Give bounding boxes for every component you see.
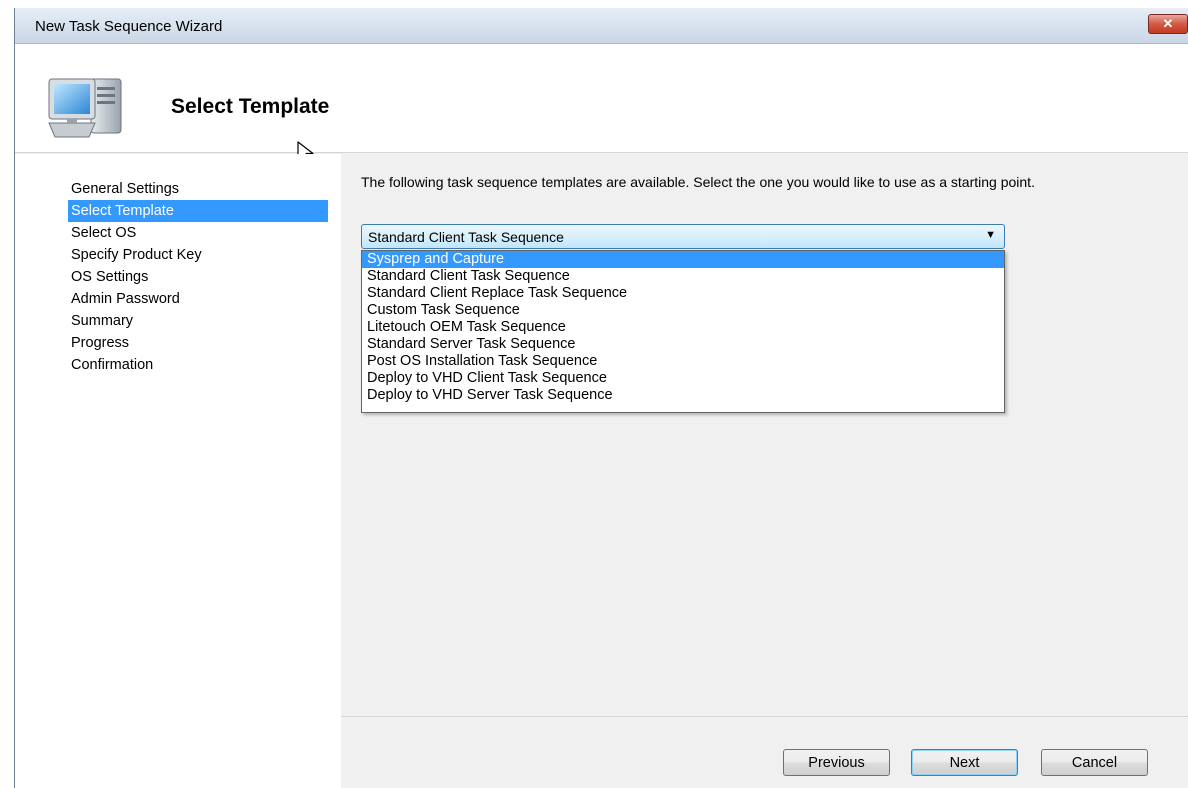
dropdown-arrow-icon[interactable]: ▼: [985, 229, 996, 241]
window-title: New Task Sequence Wizard: [35, 18, 223, 35]
template-option[interactable]: Deploy to VHD Client Task Sequence: [362, 370, 1004, 387]
template-option[interactable]: Standard Client Replace Task Sequence: [362, 285, 1004, 302]
wizard-steps-sidebar: General Settings Select Template Select OS…: [15, 154, 341, 788]
sidebar-step-confirmation[interactable]: Confirmation: [68, 354, 328, 376]
wizard-steps-list: General Settings Select Template Select OS…: [68, 178, 328, 376]
template-option[interactable]: Standard Server Task Sequence: [362, 336, 1004, 353]
page-title: Select Template: [171, 95, 330, 118]
template-dropdown-list[interactable]: Sysprep and Capture Standard Client Task …: [361, 250, 1005, 413]
template-select-value: Standard Client Task Sequence: [368, 229, 564, 245]
wizard-window: New Task Sequence Wizard ✕ Select Templa…: [14, 8, 1188, 788]
wizard-content: The following task sequence templates ar…: [341, 154, 1188, 716]
template-option[interactable]: Custom Task Sequence: [362, 302, 1004, 319]
computer-monitor-icon: [48, 78, 122, 138]
sidebar-step-summary[interactable]: Summary: [68, 310, 328, 332]
close-icon: ✕: [1162, 16, 1174, 31]
template-select[interactable]: Standard Client Task Sequence ▼: [361, 224, 1005, 249]
template-option[interactable]: Sysprep and Capture: [362, 251, 1004, 268]
sidebar-step-select-template[interactable]: Select Template: [68, 200, 328, 222]
wizard-footer: Previous Next Cancel: [341, 716, 1188, 788]
template-option[interactable]: Post OS Installation Task Sequence: [362, 353, 1004, 370]
instructions-text: The following task sequence templates ar…: [361, 174, 1035, 190]
template-option[interactable]: Deploy to VHD Server Task Sequence: [362, 387, 1004, 404]
next-button[interactable]: Next: [911, 749, 1018, 776]
close-button[interactable]: ✕: [1148, 14, 1188, 34]
sidebar-step-general-settings[interactable]: General Settings: [68, 178, 328, 200]
sidebar-step-progress[interactable]: Progress: [68, 332, 328, 354]
template-option[interactable]: Litetouch OEM Task Sequence: [362, 319, 1004, 336]
sidebar-step-os-settings[interactable]: OS Settings: [68, 266, 328, 288]
template-options: Sysprep and Capture Standard Client Task …: [362, 251, 1004, 404]
title-bar[interactable]: New Task Sequence Wizard ✕: [15, 8, 1188, 44]
sidebar-step-admin-password[interactable]: Admin Password: [68, 288, 328, 310]
sidebar-step-specify-product-key[interactable]: Specify Product Key: [68, 244, 328, 266]
wizard-header: Select Template: [15, 44, 1188, 165]
previous-button[interactable]: Previous: [783, 749, 890, 776]
cancel-button[interactable]: Cancel: [1041, 749, 1148, 776]
template-option[interactable]: Standard Client Task Sequence: [362, 268, 1004, 285]
sidebar-step-select-os[interactable]: Select OS: [68, 222, 328, 244]
